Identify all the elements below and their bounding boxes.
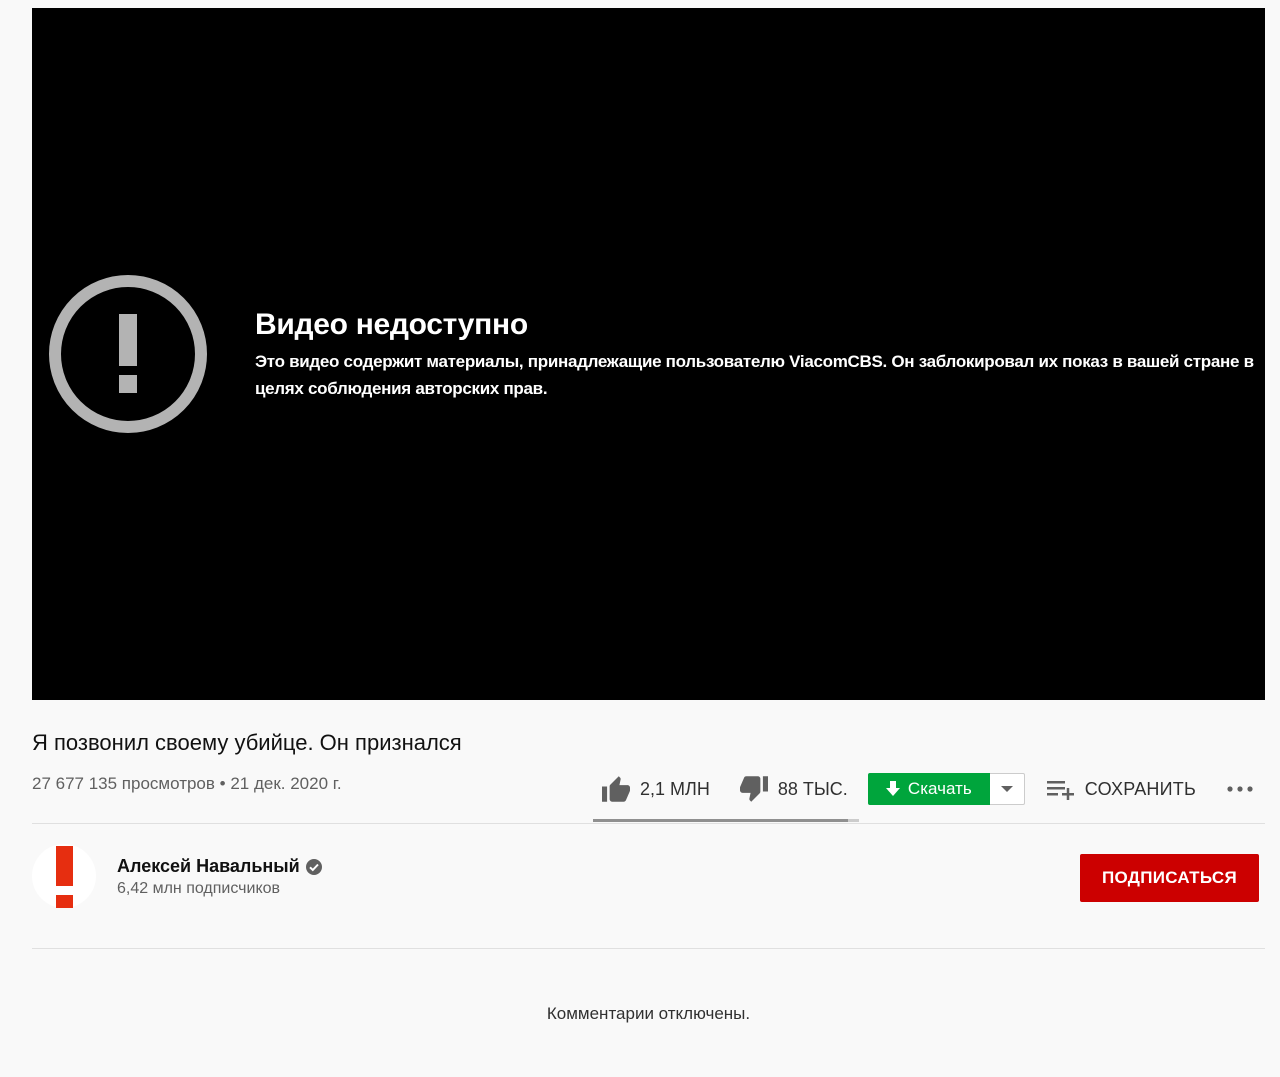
subscribe-button[interactable]: ПОДПИСАТЬСЯ <box>1080 854 1259 902</box>
error-title: Видео недоступно <box>255 308 528 341</box>
save-label: СОХРАНИТЬ <box>1084 778 1196 799</box>
channel-name[interactable]: Алексей Навальный <box>117 856 322 877</box>
publish-date: 21 дек. 2020 г. <box>230 774 342 793</box>
error-message: Это видео содержит материалы, принадлежа… <box>255 352 1254 398</box>
download-arrow-icon <box>885 781 900 796</box>
divider <box>32 823 1265 824</box>
sentiment-bar <box>593 819 859 822</box>
more-horizontal-icon <box>1227 786 1253 792</box>
verified-check-icon <box>305 858 322 875</box>
exclamation-circle-icon <box>49 275 207 433</box>
channel-avatar[interactable] <box>32 844 96 909</box>
download-group: Скачать <box>867 773 1025 805</box>
thumbs-up-icon <box>602 776 630 802</box>
channel-name-label: Алексей Навальный <box>117 856 300 876</box>
video-info: 27 677 135 просмотров • 21 дек. 2020 г. <box>32 774 342 794</box>
save-button[interactable]: СОХРАНИТЬ <box>1046 778 1196 800</box>
thumbs-down-icon <box>739 776 768 802</box>
view-count: 27 677 135 просмотров <box>32 774 215 793</box>
like-count: 2,1 МЛН <box>640 778 710 799</box>
download-label: Скачать <box>907 779 972 798</box>
info-separator: • <box>214 774 231 793</box>
video-title: Я позвонил своему убийце. Он признался <box>32 730 462 755</box>
action-bar: 2,1 МЛН 88 ТЫС. Скачать СОХРАНИТЬ <box>596 772 1254 806</box>
video-player[interactable]: Видео недоступно Это видео содержит мате… <box>32 8 1265 700</box>
comments-disabled-message: Комментарии отключены. <box>546 1004 751 1023</box>
playlist-add-icon <box>1046 781 1074 800</box>
sentiment-bar-fill <box>593 819 849 822</box>
caret-down-icon <box>1000 786 1013 792</box>
divider <box>32 948 1265 949</box>
dislike-button[interactable]: 88 ТЫС. <box>738 775 848 803</box>
download-button[interactable]: Скачать <box>867 773 990 805</box>
more-actions-button[interactable] <box>1226 785 1254 793</box>
exclamation-logo-icon <box>56 846 73 909</box>
like-button[interactable]: 2,1 МЛН <box>600 775 710 803</box>
dislike-count: 88 ТЫС. <box>777 778 848 799</box>
subscriber-count: 6,42 млн подписчиков <box>117 880 281 897</box>
download-dropdown[interactable] <box>989 773 1025 805</box>
